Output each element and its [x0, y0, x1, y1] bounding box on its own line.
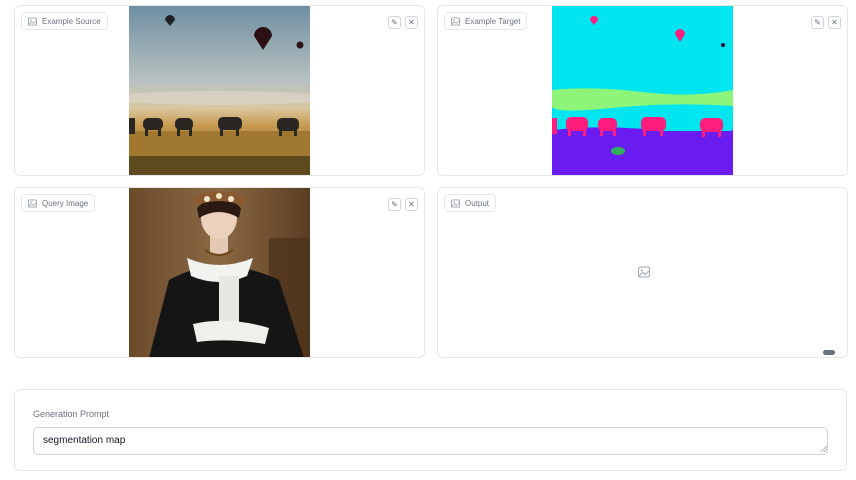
example-source-label: Example Source: [21, 12, 108, 30]
image-icon: [28, 16, 37, 26]
pencil-icon: ✎: [391, 17, 398, 27]
close-icon: ✕: [408, 17, 415, 27]
image-icon: [451, 198, 460, 208]
scroll-handle[interactable]: [823, 350, 835, 355]
generation-prompt-input[interactable]: segmentation map: [33, 427, 828, 455]
query-image-panel[interactable]: Query Image ✎ ✕: [14, 187, 425, 358]
resize-grip-icon[interactable]: [821, 446, 827, 452]
output-panel: Output: [437, 187, 848, 358]
image-placeholder-icon: [638, 266, 650, 278]
example-source-image: [129, 6, 310, 175]
edit-button[interactable]: ✎: [811, 16, 824, 29]
clear-button[interactable]: ✕: [405, 198, 418, 211]
close-icon: ✕: [408, 199, 415, 209]
generation-prompt-panel: Generation Prompt segmentation map: [14, 389, 847, 471]
example-source-label-text: Example Source: [42, 16, 101, 26]
image-icon: [451, 16, 460, 26]
example-target-label-text: Example Target: [465, 16, 521, 26]
example-target-label: Example Target: [444, 12, 528, 30]
generation-prompt-label: Generation Prompt: [33, 409, 110, 419]
output-label: Output: [444, 194, 497, 212]
clear-button[interactable]: ✕: [828, 16, 841, 29]
query-image-label: Query Image: [21, 194, 96, 212]
example-source-panel[interactable]: Example Source ✎ ✕: [14, 5, 425, 176]
image-icon: [28, 198, 37, 208]
query-image-image: [129, 188, 310, 357]
pencil-icon: ✎: [391, 199, 398, 209]
edit-button[interactable]: ✎: [388, 198, 401, 211]
output-label-text: Output: [465, 198, 490, 208]
query-image-label-text: Query Image: [42, 198, 89, 208]
edit-button[interactable]: ✎: [388, 16, 401, 29]
example-target-image: [552, 6, 733, 175]
close-icon: ✕: [831, 17, 838, 27]
clear-button[interactable]: ✕: [405, 16, 418, 29]
example-target-panel[interactable]: Example Target ✎ ✕: [437, 5, 848, 176]
pencil-icon: ✎: [814, 17, 821, 27]
